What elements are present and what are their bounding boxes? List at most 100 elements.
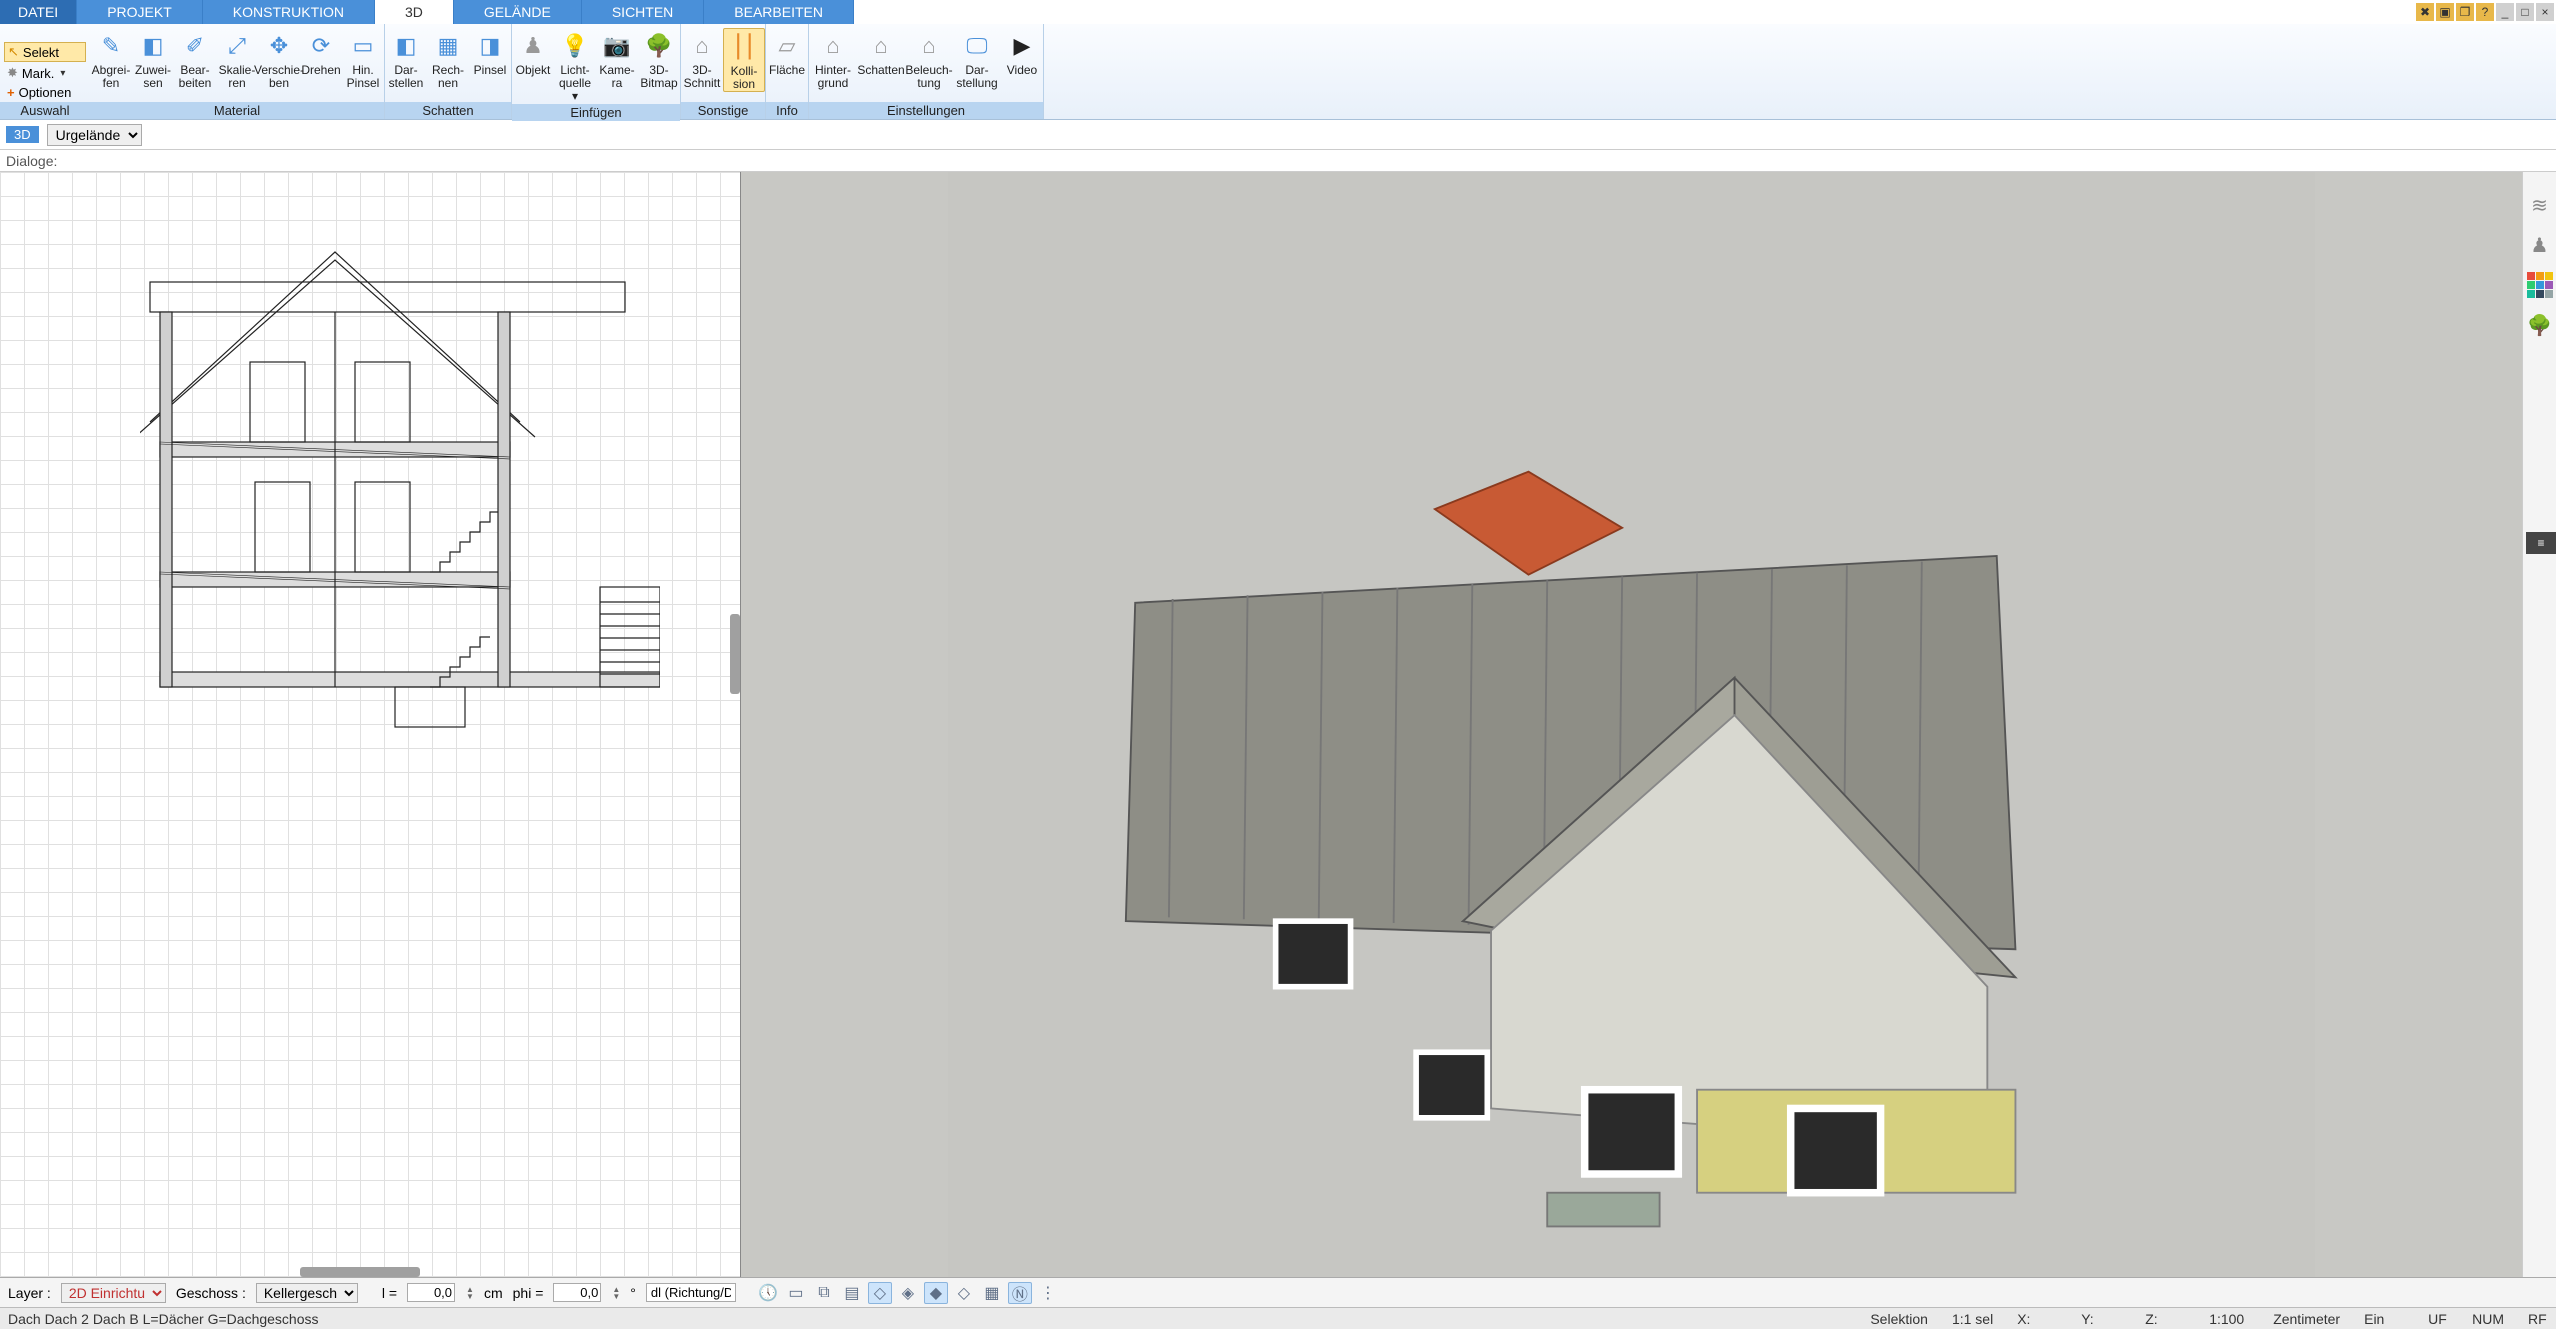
l-spinner[interactable]: ▲▼ <box>466 1286 474 1300</box>
ribbon: ↖ Selekt ✸ Mark. ▾ + Optionen Auswahl ✎ … <box>0 24 2556 120</box>
snap4-icon[interactable]: ◇ <box>952 1282 976 1304</box>
snap2-icon[interactable]: ◈ <box>896 1282 920 1304</box>
snap3-icon[interactable]: ◆ <box>924 1282 948 1304</box>
l: stellen <box>389 76 424 90</box>
brush-icon: ▭ <box>347 30 379 62</box>
close-button[interactable]: × <box>2536 3 2554 21</box>
display-icon: 🖵 <box>961 30 993 62</box>
tool-3dschnitt[interactable]: ⌂ 3D-Schnitt <box>681 28 723 90</box>
l: Dar- <box>394 63 417 77</box>
menu-tab-sichten[interactable]: SICHTEN <box>582 0 704 24</box>
tool-kollision[interactable]: ⎮⎮ Kolli-sion <box>723 28 765 92</box>
group-info-label: Info <box>766 102 808 119</box>
l: Video <box>1007 63 1037 77</box>
rotate-icon: ⟳ <box>305 30 337 62</box>
tool-abgreifen[interactable]: ✎ Abgrei-fen <box>90 28 132 90</box>
tool-beleuchtung[interactable]: ⌂ Beleuch-tung <box>905 28 953 90</box>
layers-icon[interactable]: ≋ <box>2527 192 2553 218</box>
tool-verschieben[interactable]: ✥ Verschie-ben <box>258 28 300 90</box>
layer-select[interactable]: 2D Einrichtu <box>61 1283 166 1303</box>
color-palette-icon[interactable] <box>2527 272 2553 298</box>
tool-darstellung[interactable]: 🖵 Dar-stellung <box>953 28 1001 90</box>
toolbox-icon[interactable]: ✖ <box>2416 3 2434 21</box>
viewport-2d-scrollbar-h[interactable] <box>300 1267 420 1277</box>
tool-pinsel[interactable]: ◨ Pinsel <box>469 28 511 77</box>
l: Skalie- <box>219 63 256 77</box>
eyedropper-icon: ✎ <box>95 30 127 62</box>
dl-input[interactable] <box>646 1283 736 1302</box>
box-icon[interactable]: ▣ <box>2436 3 2454 21</box>
tool-rechnen[interactable]: ▦ Rech-nen <box>427 28 469 90</box>
north-icon[interactable]: Ⓝ <box>1008 1282 1032 1304</box>
phi-input[interactable] <box>553 1283 601 1302</box>
tool-kamera[interactable]: 📷 Kame-ra <box>596 28 638 90</box>
status-x: X: <box>2017 1311 2057 1327</box>
viewport-2d-scrollbar-v[interactable] <box>730 614 740 694</box>
tool-schatten-setting[interactable]: ⌂ Schatten <box>857 28 905 77</box>
bulb-icon: 💡 <box>559 30 591 62</box>
l-input[interactable] <box>407 1283 455 1302</box>
phi-spinner[interactable]: ▲▼ <box>612 1286 620 1300</box>
tool-hintergrund[interactable]: ⌂ Hinter-grund <box>809 28 857 90</box>
copy-icon[interactable]: ❐ <box>2456 3 2474 21</box>
tool-hinpinsel[interactable]: ▭ Hin.Pinsel <box>342 28 384 90</box>
status-ein: Ein <box>2364 1311 2404 1327</box>
menu-tab-datei[interactable]: DATEI <box>0 0 77 24</box>
selekt-button[interactable]: ↖ Selekt <box>4 42 86 62</box>
menu-tab-projekt[interactable]: PROJEKT <box>77 0 203 24</box>
calc-icon: ▦ <box>432 30 464 62</box>
viewport-3d[interactable] <box>740 172 2522 1277</box>
snap1-icon[interactable]: ◇ <box>868 1282 892 1304</box>
l: Pinsel <box>474 63 507 77</box>
l: Drehen <box>301 63 340 77</box>
l: Schnitt <box>684 76 721 90</box>
viewport-2d[interactable] <box>0 172 740 1277</box>
menu-tab-gelaende[interactable]: GELÄNDE <box>454 0 582 24</box>
l: tung <box>917 76 940 90</box>
ribbon-group-schatten: ◧ Dar-stellen ▦ Rech-nen ◨ Pinsel Schatt… <box>385 24 512 119</box>
terrain-select[interactable]: Urgelände <box>47 124 142 146</box>
house-3d-render <box>741 172 2522 1277</box>
l: quelle ▾ <box>559 76 591 103</box>
tool-flaeche[interactable]: ▱ Fläche <box>766 28 808 77</box>
grid-toggle-icon[interactable]: ▦ <box>980 1282 1004 1304</box>
cube-icon: ◧ <box>390 30 422 62</box>
group-icon[interactable]: ⧉ <box>812 1282 836 1304</box>
minimize-button[interactable]: _ <box>2496 3 2514 21</box>
tool-darstellen[interactable]: ◧ Dar-stellen <box>385 28 427 90</box>
furniture-icon[interactable]: ♟ <box>2527 232 2553 258</box>
tool-3dbitmap[interactable]: 🌳 3D-Bitmap <box>638 28 680 90</box>
tool-skalieren[interactable]: ⤢ Skalie-ren <box>216 28 258 90</box>
status-scale: 1:100 <box>2209 1311 2249 1327</box>
clock-icon[interactable]: 🕔 <box>756 1282 780 1304</box>
tool-objekt[interactable]: ♟ Objekt <box>512 28 554 77</box>
tool-lichtquelle[interactable]: 💡 Licht-quelle ▾ <box>554 28 596 104</box>
menu-tab-3d[interactable]: 3D <box>375 0 454 24</box>
chair-icon: ♟ <box>517 30 549 62</box>
loop-icon[interactable]: ▭ <box>784 1282 808 1304</box>
vegetation-icon[interactable]: 🌳 <box>2527 312 2553 338</box>
optionen-button[interactable]: + Optionen <box>4 84 86 101</box>
maximize-button[interactable]: □ <box>2516 3 2534 21</box>
stack-icon[interactable]: ▤ <box>840 1282 864 1304</box>
status-unit: Zentimeter <box>2273 1311 2340 1327</box>
l: Kolli- <box>731 64 758 78</box>
menu-tab-konstruktion[interactable]: KONSTRUKTION <box>203 0 375 24</box>
help-icon[interactable]: ? <box>2476 3 2494 21</box>
l: grund <box>818 76 849 90</box>
tool-video[interactable]: ▶ Video <box>1001 28 1043 77</box>
tool-zuweisen[interactable]: ◧ Zuwei-sen <box>132 28 174 90</box>
l: Fläche <box>769 63 805 77</box>
tree-icon: 🌳 <box>643 30 675 62</box>
edit-material-icon: ✐ <box>179 30 211 62</box>
geschoss-select[interactable]: Kellergesch <box>256 1283 358 1303</box>
geschoss-label: Geschoss : <box>176 1285 246 1301</box>
tool-drehen[interactable]: ⟳ Drehen <box>300 28 342 77</box>
tool-bearbeiten[interactable]: ✐ Bear-beiten <box>174 28 216 90</box>
mark-button[interactable]: ✸ Mark. ▾ <box>4 64 86 82</box>
more-icon[interactable]: ⋮ <box>1036 1282 1060 1304</box>
l: sion <box>733 77 755 91</box>
panel-collapse-handle[interactable]: ≡ <box>2526 532 2556 554</box>
menu-tab-bearbeiten[interactable]: BEARBEITEN <box>704 0 854 24</box>
play-icon: ▶ <box>1006 30 1038 62</box>
